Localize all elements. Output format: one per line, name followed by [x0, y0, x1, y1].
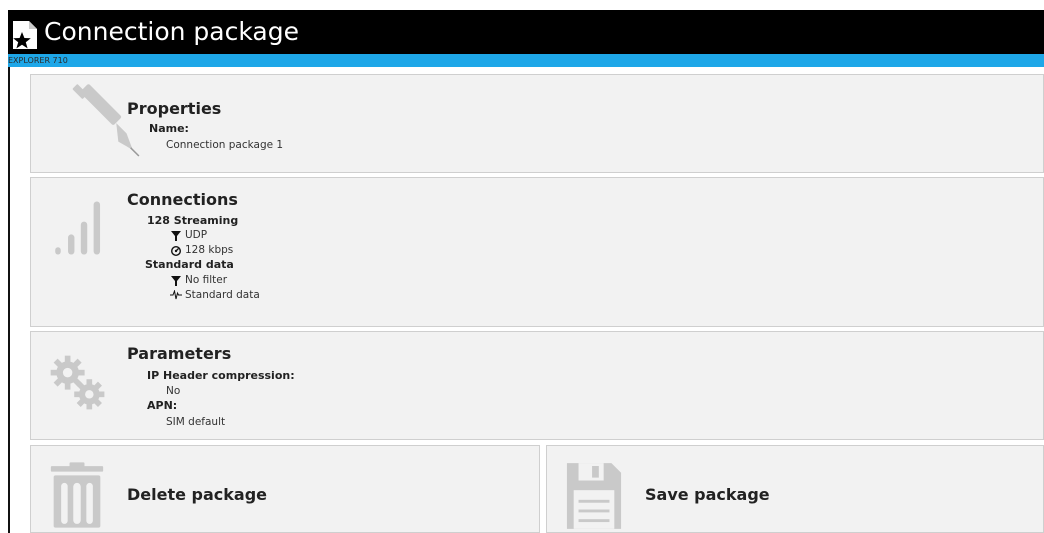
- device-bar: EXPLORER 710: [8, 54, 1044, 67]
- properties-heading: Properties: [127, 99, 222, 118]
- funnel-icon: [171, 276, 181, 286]
- ip-header-value: No: [166, 385, 181, 397]
- page-title: Connection package: [44, 17, 299, 46]
- properties-panel[interactable]: Properties Name: Connection package 1: [30, 74, 1044, 173]
- title-bar: Connection package: [8, 10, 1044, 54]
- delete-package-label: Delete package: [127, 485, 268, 504]
- pen-icon: [72, 84, 140, 157]
- name-label: Name:: [149, 122, 189, 135]
- delete-package-button[interactable]: Delete package: [30, 445, 540, 533]
- package-star-icon: [13, 21, 37, 49]
- connection-name: Standard data: [145, 258, 234, 271]
- save-package-label: Save package: [645, 485, 770, 504]
- gears-icon: [50, 355, 105, 410]
- connections-heading: Connections: [127, 190, 238, 209]
- apn-value: SIM default: [166, 416, 226, 428]
- ip-header-label: IP Header compression:: [147, 369, 295, 382]
- standard-data-icon: [170, 290, 182, 300]
- name-value: Connection package 1: [166, 139, 284, 151]
- connection-rate: 128 kbps: [185, 244, 234, 256]
- connections-panel[interactable]: Connections 128 Streaming UDP 128 kbps S…: [30, 177, 1044, 327]
- parameters-panel[interactable]: Parameters IP Header compression: No APN…: [30, 331, 1044, 440]
- floppy-disk-icon: [566, 463, 622, 529]
- connection-name: 128 Streaming: [147, 214, 239, 227]
- apn-label: APN:: [147, 399, 178, 412]
- left-border: [8, 67, 10, 533]
- save-package-button[interactable]: Save package: [546, 445, 1044, 533]
- funnel-icon: [171, 231, 181, 241]
- gauge-icon: [171, 246, 181, 256]
- parameters-heading: Parameters: [127, 344, 232, 363]
- device-name: EXPLORER 710: [8, 56, 68, 65]
- connection-filter: UDP: [185, 229, 208, 241]
- connection-rate: Standard data: [185, 289, 260, 301]
- trash-icon: [50, 462, 104, 528]
- signal-bars-icon: [55, 201, 101, 255]
- connection-filter: No filter: [185, 274, 228, 286]
